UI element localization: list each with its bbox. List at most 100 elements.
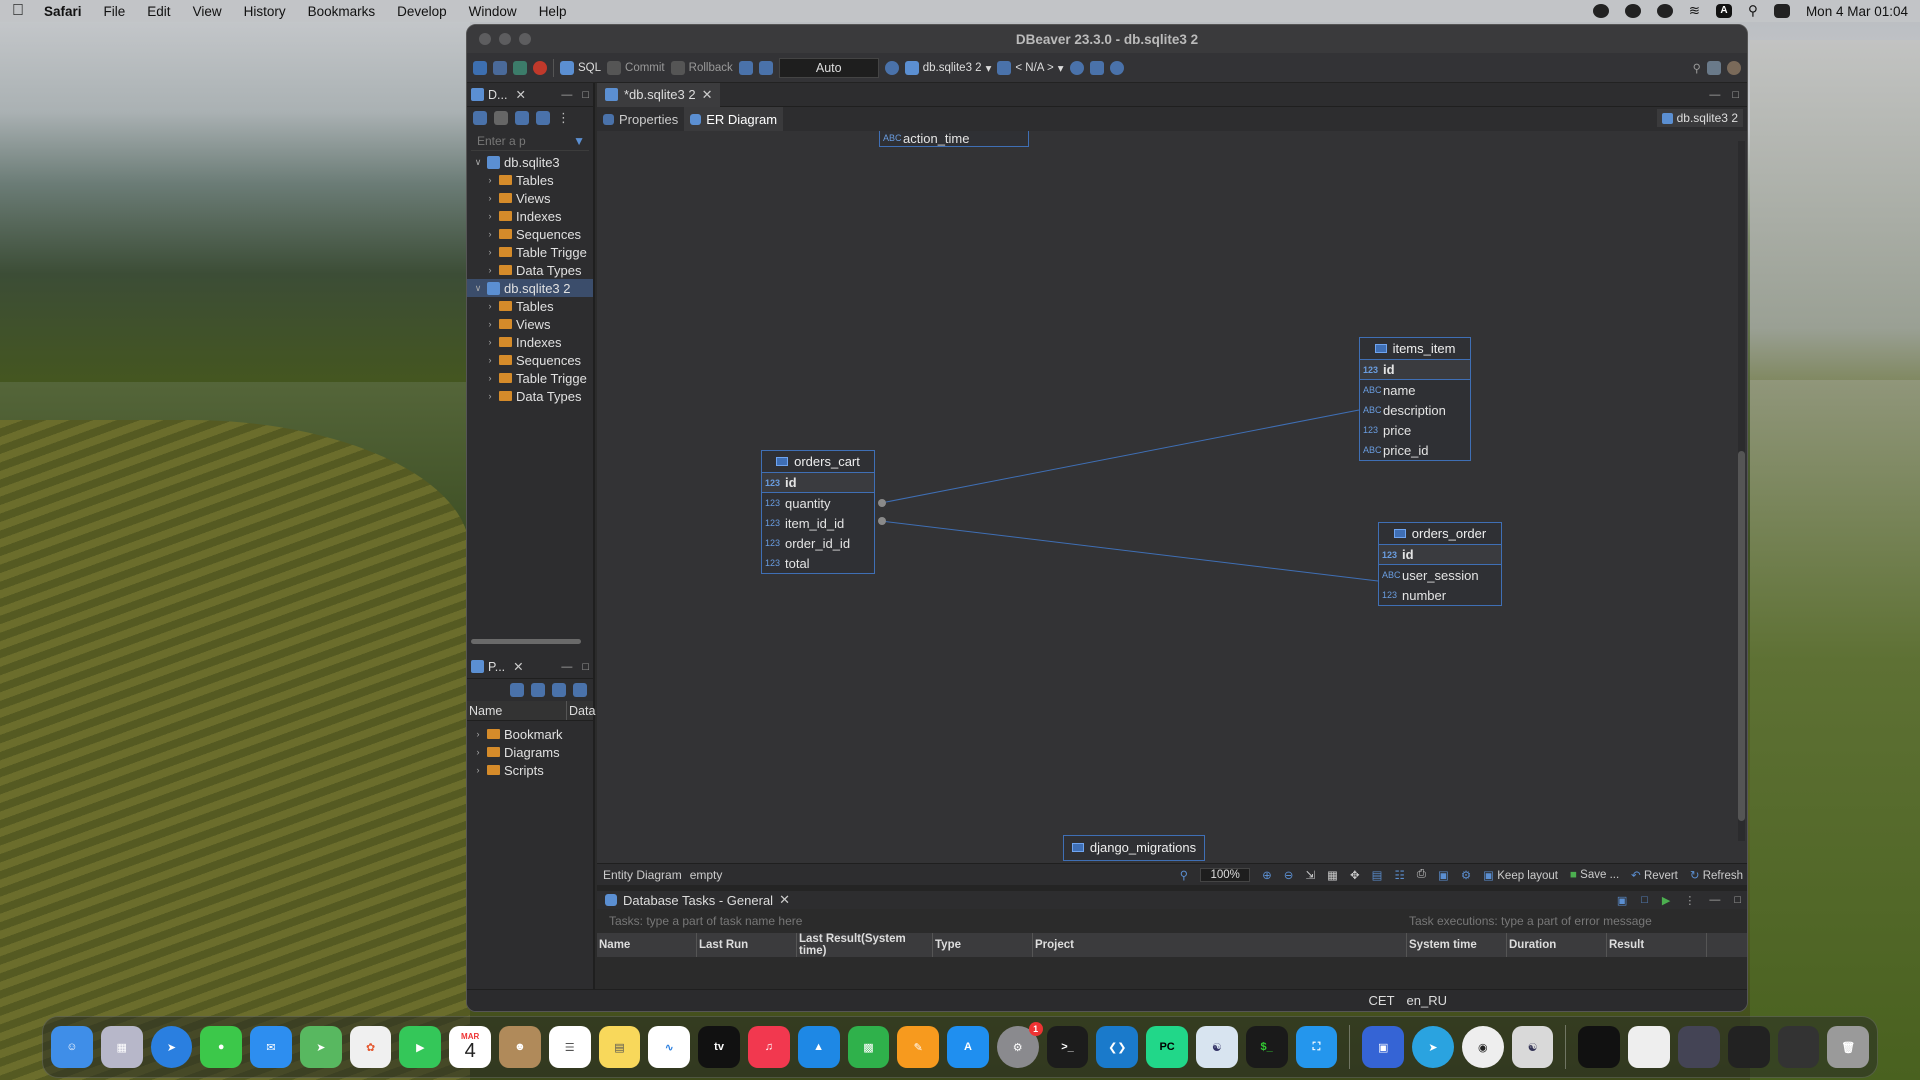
photos-icon[interactable]: ✿ — [349, 1026, 392, 1068]
creative-cloud-icon[interactable] — [1592, 4, 1609, 18]
tree-folder[interactable]: › Views — [467, 189, 593, 207]
menu-bookmarks[interactable]: Bookmarks — [308, 4, 376, 19]
tree-folder[interactable]: › Indexes — [467, 207, 593, 225]
close-tasks-icon[interactable]: ✕ — [779, 892, 790, 908]
sql-editor-button[interactable]: SQL — [560, 60, 601, 75]
settings-icon[interactable]: ⚙ — [1461, 868, 1471, 882]
minimize-icon[interactable]: — — [561, 89, 572, 101]
print-icon[interactable]: ⎙ — [1417, 868, 1426, 881]
rollback-button[interactable]: Rollback — [670, 60, 733, 75]
tree-folder[interactable]: › Sequences — [467, 351, 593, 369]
chevron-right-icon[interactable]: › — [473, 765, 483, 775]
tree-folder[interactable]: › Views — [467, 315, 593, 333]
grid-icon[interactable]: ▦ — [1327, 868, 1338, 882]
docker-icon[interactable]: ⛶ — [1295, 1026, 1338, 1068]
freeform-icon[interactable]: ∿ — [648, 1026, 691, 1068]
perspective-icon[interactable] — [1707, 60, 1721, 75]
mail-icon[interactable]: ✉ — [250, 1026, 292, 1068]
telegram-icon[interactable]: ➤ — [1412, 1026, 1454, 1068]
col-name[interactable]: Name — [467, 701, 567, 720]
facetime-icon[interactable]: ▶ — [399, 1026, 442, 1068]
revert-button[interactable]: ↶ Revert — [1631, 868, 1678, 882]
zoom-window-button[interactable] — [519, 33, 531, 45]
iterm-icon[interactable]: $_ — [1245, 1026, 1288, 1068]
pycharm-icon[interactable]: PC — [1146, 1026, 1188, 1068]
input-source-icon[interactable]: A — [1716, 4, 1733, 18]
chevron-right-icon[interactable]: › — [485, 337, 495, 347]
col-last-run[interactable]: Last Run — [697, 933, 797, 957]
wifi-icon[interactable]: ≋ — [1689, 3, 1700, 19]
vscode-icon[interactable]: ❮❯ — [1096, 1026, 1139, 1068]
minimize-window-button[interactable] — [499, 33, 511, 45]
print-icon[interactable] — [1089, 60, 1104, 75]
zoom-select[interactable]: 100% — [1200, 867, 1251, 882]
navigator-scrollbar[interactable] — [471, 639, 581, 644]
col-type[interactable]: Type — [933, 933, 1033, 957]
menu-develop[interactable]: Develop — [397, 4, 447, 19]
disconnect-icon[interactable] — [533, 60, 547, 75]
chevron-right-icon[interactable]: › — [485, 391, 495, 401]
numbers-icon[interactable]: ▩ — [847, 1026, 890, 1068]
close-tab-icon[interactable]: ✕ — [702, 87, 713, 103]
relation-cart-order[interactable] — [880, 520, 1379, 582]
play-icon[interactable] — [1656, 4, 1673, 18]
connect-icon[interactable] — [493, 60, 507, 75]
new-folder-icon[interactable] — [494, 111, 508, 125]
col-result[interactable]: Result — [1607, 933, 1707, 957]
diagram-vertical-scrollbar[interactable] — [1738, 141, 1745, 841]
minimize-icon[interactable]: — — [1709, 894, 1720, 907]
run-task-icon[interactable]: ▶ — [1662, 894, 1670, 907]
entity-orders-cart[interactable]: orders_cart 123 id 123 quantity 123 item_id… — [761, 450, 875, 574]
pages-icon[interactable]: ✎ — [897, 1026, 940, 1068]
search-tool-icon[interactable] — [1109, 60, 1124, 75]
history-icon[interactable] — [884, 60, 899, 75]
collapse-icon[interactable] — [531, 683, 545, 697]
collapse-icon[interactable] — [515, 111, 529, 125]
notes-icon[interactable]: ▤ — [598, 1026, 641, 1068]
active-datasource-select[interactable]: db.sqlite3 2 ▾ — [904, 60, 991, 75]
link-icon[interactable] — [573, 683, 587, 697]
project-item[interactable]: › Diagrams — [467, 743, 593, 761]
window-thumbnail-4[interactable] — [1727, 1026, 1770, 1068]
new-connection-icon[interactable] — [473, 60, 487, 75]
col-project[interactable]: Project — [1033, 933, 1407, 957]
messages-icon[interactable]: ● — [200, 1026, 243, 1068]
editor-tab-db[interactable]: *db.sqlite3 2 ✕ — [597, 82, 721, 107]
tree-folder[interactable]: › Data Types — [467, 261, 593, 279]
clock[interactable]: Mon 4 Mar 01:04 — [1806, 4, 1908, 19]
finder-icon[interactable]: ☺ — [51, 1026, 93, 1068]
maximize-icon[interactable]: □ — [1732, 89, 1739, 101]
dbeaver-perspective-icon[interactable] — [1727, 60, 1741, 75]
export-icon[interactable]: ▣ — [1438, 868, 1449, 882]
move-icon[interactable]: ✥ — [1350, 868, 1360, 882]
window-thumbnail-2[interactable] — [1628, 1026, 1670, 1068]
active-schema-select[interactable]: < N/A > ▾ — [997, 60, 1064, 75]
menu-window[interactable]: Window — [469, 4, 517, 19]
minimize-icon[interactable]: — — [561, 661, 572, 673]
col-task-name[interactable]: Name — [597, 933, 697, 957]
sync-icon[interactable] — [1624, 4, 1641, 18]
col-last-result[interactable]: Last Result(System time) — [797, 933, 933, 957]
window-thumbnail-1[interactable] — [1578, 1026, 1621, 1068]
vpn-icon[interactable]: ◉ — [1461, 1026, 1504, 1068]
er-diagram-canvas[interactable]: ABC action_time orders_cart 123 id 123 quan… — [597, 131, 1747, 863]
tab-er-diagram[interactable]: ER Diagram — [684, 107, 784, 131]
app-store-icon[interactable]: A — [947, 1026, 989, 1068]
search-icon[interactable]: ⚲ — [1693, 61, 1701, 75]
maximize-icon[interactable]: □ — [582, 89, 589, 101]
tasks-filter-input[interactable]: Tasks: type a part of task name here — [597, 909, 1397, 933]
link-editor-icon[interactable] — [536, 111, 550, 125]
layout-icon[interactable]: ☷ — [1394, 868, 1404, 882]
col-data[interactable]: Data — [567, 701, 595, 720]
calendar-icon[interactable]: MAR 4 — [449, 1026, 492, 1068]
refresh-button[interactable]: ↻ Refresh — [1690, 868, 1743, 882]
tree-folder[interactable]: › Table Trigge — [467, 243, 593, 261]
menu-view[interactable]: View — [193, 4, 222, 19]
keynote-icon[interactable]: ▲ — [797, 1026, 840, 1068]
configure-icon[interactable] — [510, 683, 524, 697]
spotlight-icon[interactable]: ⚲ — [1748, 3, 1758, 19]
maximize-icon[interactable]: □ — [582, 661, 589, 673]
chevron-right-icon[interactable]: › — [485, 265, 495, 275]
tree-folder[interactable]: › Tables — [467, 171, 593, 189]
entity-django-migrations[interactable]: django_migrations — [1063, 835, 1205, 861]
